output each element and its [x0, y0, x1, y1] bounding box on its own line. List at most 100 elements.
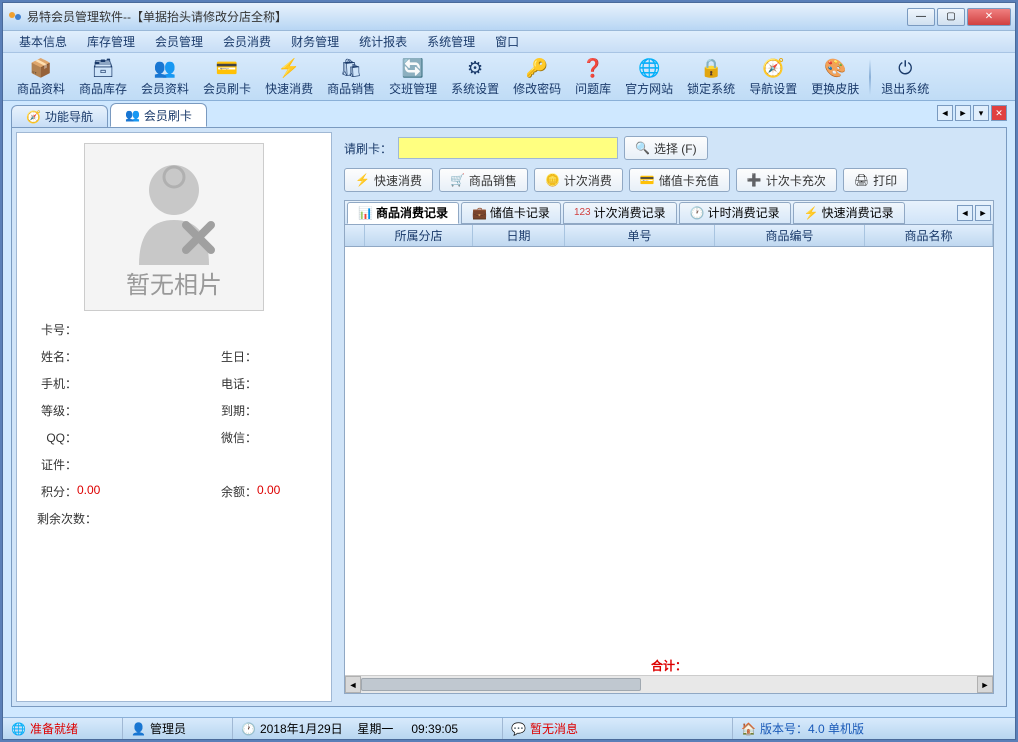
minimize-button[interactable]: —	[907, 8, 935, 26]
label-level: 等级：	[27, 402, 77, 419]
sales-button[interactable]: 🛒商品销售	[439, 168, 528, 192]
globe-icon: 🌐	[11, 722, 26, 736]
subtab-product-records[interactable]: 📊商品消费记录	[347, 202, 459, 224]
tab-next[interactable]: ►	[955, 105, 971, 121]
tool-skin[interactable]: 🎨更换皮肤	[805, 54, 865, 99]
subtab-times-records[interactable]: 123计次消费记录	[563, 202, 677, 224]
tab-nav[interactable]: 🧭 功能导航	[11, 105, 108, 127]
value-birthday	[257, 348, 297, 365]
user-icon: 👤	[131, 722, 146, 736]
tab-prev[interactable]: ◄	[937, 105, 953, 121]
maximize-button[interactable]: ▢	[937, 8, 965, 26]
tab-close[interactable]: ✕	[991, 105, 1007, 121]
label-name: 姓名：	[27, 348, 77, 365]
tab-member-card[interactable]: 👥 会员刷卡	[110, 103, 207, 127]
printer-icon: 🖨	[854, 173, 869, 187]
no-photo-text: 暂无相片	[126, 265, 222, 300]
subtab-stored-card[interactable]: 💼储值卡记录	[461, 202, 561, 224]
globe-icon: 🌐	[637, 56, 661, 80]
print-button[interactable]: 🖨打印	[843, 168, 908, 192]
value-idcard	[77, 456, 117, 473]
action-row: ⚡快速消费 🛒商品销售 🪙计次消费 💳储值卡充值 ➕计次卡充次 🖨打印	[336, 164, 1002, 196]
flash-icon: ⚡	[355, 173, 370, 187]
recharge-button[interactable]: 💳储值卡充值	[629, 168, 730, 192]
label-remain: 剩余次数：	[27, 510, 97, 527]
grid-col-selector[interactable]	[345, 225, 365, 246]
grid-col-productcode[interactable]: 商品编号	[715, 225, 865, 246]
cabinet-icon: 🗃	[91, 56, 115, 80]
search-icon: 🔍	[635, 141, 650, 155]
label-points: 积分：	[27, 483, 77, 500]
grid-col-billno[interactable]: 单号	[565, 225, 715, 246]
box-icon: 📦	[29, 56, 53, 80]
swap-icon: 🔄	[401, 56, 425, 80]
message-icon: 💬	[511, 722, 526, 736]
times-recharge-button[interactable]: ➕计次卡充次	[736, 168, 837, 192]
member-photo: 暂无相片	[84, 143, 264, 311]
close-button[interactable]: ✕	[967, 8, 1011, 26]
tool-shift[interactable]: 🔄交班管理	[383, 54, 443, 99]
titlebar-text: 易特会员管理软件--【单据抬头请修改分店全称】	[27, 8, 907, 25]
tool-website[interactable]: 🌐官方网站	[619, 54, 679, 99]
tool-product-stock[interactable]: 🗃商品库存	[73, 54, 133, 99]
status-version: 版本号：4.0 单机版	[760, 720, 864, 737]
label-qq: QQ：	[27, 429, 77, 446]
menu-basic[interactable]: 基本信息	[9, 30, 77, 53]
tool-quick-consume[interactable]: ⚡快速消费	[259, 54, 319, 99]
menu-report[interactable]: 统计报表	[349, 30, 417, 53]
menu-consume[interactable]: 会员消费	[213, 30, 281, 53]
subtab-timed-records[interactable]: 🕐计时消费记录	[679, 202, 791, 224]
lock-icon: 🔒	[699, 56, 723, 80]
grid-footer: 合计：	[345, 655, 993, 675]
value-balance: 0.00	[257, 483, 297, 500]
scroll-left-button[interactable]: ◄	[345, 676, 361, 693]
subtab-prev[interactable]: ◄	[957, 205, 973, 221]
record-tabs: 📊商品消费记录 💼储值卡记录 123计次消费记录 🕐计时消费记录 ⚡快速消费记录…	[345, 201, 993, 225]
card-input[interactable]	[398, 137, 618, 159]
card-icon: 💳	[215, 56, 239, 80]
value-qq	[77, 429, 117, 446]
label-phone: 电话：	[117, 375, 257, 392]
subtab-quick-records[interactable]: ⚡快速消费记录	[793, 202, 905, 224]
people-icon: 👥	[125, 108, 140, 122]
tool-sales[interactable]: 🛍商品销售	[321, 54, 381, 99]
label-balance: 余额：	[117, 483, 257, 500]
menu-window[interactable]: 窗口	[485, 30, 529, 53]
card-icon: 💳	[640, 173, 655, 187]
menu-finance[interactable]: 财务管理	[281, 30, 349, 53]
document-tabs: 🧭 功能导航 👥 会员刷卡 ◄ ► ▾ ✕	[11, 103, 1007, 127]
tool-member-info[interactable]: 👥会员资料	[135, 54, 195, 99]
tab-menu[interactable]: ▾	[973, 105, 989, 121]
tool-faq[interactable]: ❓问题库	[569, 54, 617, 99]
select-button[interactable]: 🔍选择 (F)	[624, 136, 708, 160]
wallet-icon: 💼	[472, 206, 487, 220]
content-area: 🧭 功能导航 👥 会员刷卡 ◄ ► ▾ ✕	[11, 103, 1007, 707]
tool-product-info[interactable]: 📦商品资料	[11, 54, 71, 99]
clock-icon: 🕐	[241, 722, 256, 736]
grid-col-date[interactable]: 日期	[473, 225, 565, 246]
tool-member-card[interactable]: 💳会员刷卡	[197, 54, 257, 99]
menu-member[interactable]: 会员管理	[145, 30, 213, 53]
subtab-next[interactable]: ►	[975, 205, 991, 221]
times-consume-button[interactable]: 🪙计次消费	[534, 168, 623, 192]
grid-col-branch[interactable]: 所属分店	[365, 225, 473, 246]
label-cardno: 卡号：	[27, 321, 77, 338]
gear-icon: ⚙	[463, 56, 487, 80]
value-wechat	[257, 429, 297, 446]
tool-exit[interactable]: ⏻退出系统	[875, 54, 935, 99]
value-name	[77, 348, 117, 365]
grid-body[interactable]	[345, 247, 993, 655]
menu-system[interactable]: 系统管理	[417, 30, 485, 53]
quick-consume-button[interactable]: ⚡快速消费	[344, 168, 433, 192]
tool-settings[interactable]: ⚙系统设置	[445, 54, 505, 99]
status-date: 2018年1月29日	[260, 720, 343, 737]
grid-hscroll[interactable]: ◄ ►	[345, 675, 993, 693]
scroll-right-button[interactable]: ►	[977, 676, 993, 693]
tool-password[interactable]: 🔑修改密码	[507, 54, 567, 99]
value-mobile	[77, 375, 117, 392]
grid-col-productname[interactable]: 商品名称	[865, 225, 993, 246]
tool-lock[interactable]: 🔒锁定系统	[681, 54, 741, 99]
menu-inventory[interactable]: 库存管理	[77, 30, 145, 53]
scroll-thumb[interactable]	[361, 678, 641, 691]
tool-nav-settings[interactable]: 🧭导航设置	[743, 54, 803, 99]
